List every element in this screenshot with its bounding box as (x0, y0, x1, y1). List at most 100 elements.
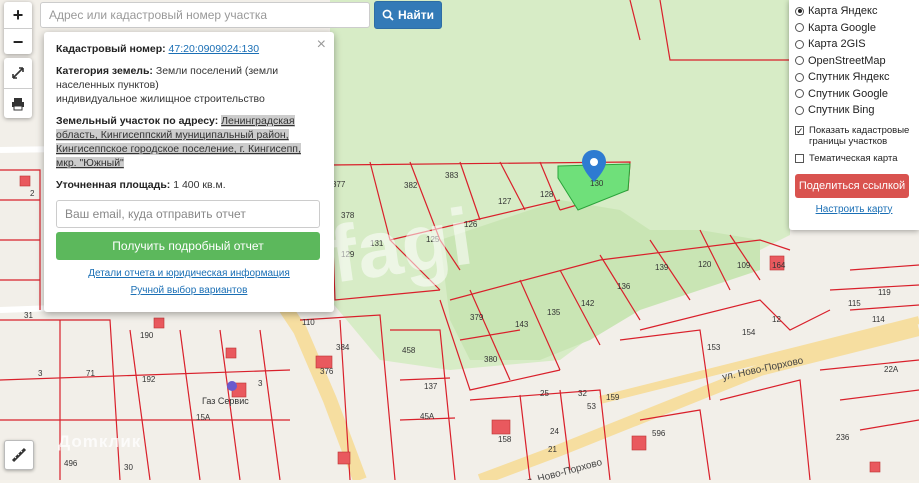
layer-option-google-satellite[interactable]: Спутник Google (795, 86, 913, 103)
close-icon[interactable]: × (317, 36, 326, 54)
plot-label: 139 (655, 263, 669, 272)
poi-label: Газ Сервис (202, 396, 249, 406)
share-link-button[interactable]: Поделиться ссылкой (795, 173, 909, 198)
radio-icon (795, 56, 804, 66)
plot-label: 128 (540, 190, 554, 199)
area-value: 1 400 кв.м. (173, 179, 226, 191)
plot-label: 110 (302, 318, 315, 327)
plot-label: 379 (470, 313, 484, 322)
zoom-out-button[interactable]: − (4, 29, 32, 55)
plot-label: 596 (652, 429, 666, 438)
plot-label: 154 (742, 328, 756, 337)
plot-label: 31 (24, 311, 33, 320)
plot-label: 153 (707, 343, 721, 352)
plot-label: 24 (550, 427, 559, 436)
cadastral-number-link[interactable]: 47:20:0909024:130 (169, 43, 260, 55)
layer-label: Карта Яндекс (808, 5, 878, 18)
layer-label: Спутник Яндекс (808, 71, 890, 84)
cadastral-label: Кадастровый номер: (56, 43, 166, 55)
find-button[interactable]: Найти (374, 1, 442, 29)
plot-label: 236 (836, 433, 850, 442)
radio-icon (795, 105, 804, 115)
configure-map-link[interactable]: Настроить карту (795, 204, 913, 215)
layer-option-google-map[interactable]: Карта Google (795, 20, 913, 37)
layer-label: Карта 2GIS (808, 38, 866, 51)
plot-label: 127 (498, 197, 512, 206)
get-report-button[interactable]: Получить подробный отчет (56, 232, 320, 260)
search-input[interactable] (40, 2, 370, 28)
plot-label: 192 (142, 375, 156, 384)
area-label: Уточненная площадь: (56, 179, 171, 191)
address-row: Земельный участок по адресу: Ленинградск… (56, 114, 322, 170)
plot-label: 496 (64, 459, 78, 468)
plot-label: 71 (86, 369, 95, 378)
plot-label: 3 (38, 369, 43, 378)
plot-label: 137 (424, 382, 438, 391)
plot-label: 45А (420, 412, 435, 421)
radio-icon (795, 23, 804, 33)
tool-controls (4, 58, 32, 118)
plot-label: 15А (196, 413, 211, 422)
plot-label: 458 (402, 346, 416, 355)
search-icon (382, 9, 394, 21)
layer-label: Спутник Google (808, 87, 888, 100)
thematic-map-checkbox[interactable]: Тематическая карта (795, 153, 913, 164)
show-borders-label: Показать кадастровые границы участков (809, 124, 910, 147)
category-row: Категория земель: Земли поселений (земли… (56, 64, 322, 106)
print-icon (12, 98, 24, 111)
plot-label: 136 (617, 282, 631, 291)
cadastral-row: Кадастровый номер: 47:20:0909024:130 (56, 42, 322, 56)
plot-label: 30 (124, 463, 133, 472)
expand-icon (12, 67, 24, 79)
zoom-in-button[interactable]: + (4, 2, 32, 29)
manual-selection-link[interactable]: Ручной выбор вариантов (131, 285, 248, 296)
radio-icon (795, 72, 804, 82)
plot-label: 376 (320, 367, 334, 376)
ruler-icon (11, 447, 27, 463)
center-watermark: fagi (324, 191, 478, 300)
layer-option-yandex-map[interactable]: Карта Яндекс (795, 3, 913, 20)
radio-icon (795, 6, 804, 16)
address-label: Земельный участок по адресу: (56, 115, 219, 127)
layer-option-osm[interactable]: OpenStreetMap (795, 53, 913, 70)
radio-icon (795, 39, 804, 49)
find-button-label: Найти (398, 8, 434, 22)
fullscreen-button[interactable] (4, 58, 32, 89)
plot-label: 383 (445, 171, 459, 180)
ruler-button[interactable] (4, 440, 34, 470)
plot-label: 380 (484, 355, 498, 364)
domclick-watermark: Доmклик (58, 432, 142, 451)
zoom-controls: + − (4, 2, 32, 54)
plot-label: 158 (498, 435, 512, 444)
plot-label: 2 (30, 189, 35, 198)
radio-icon (795, 89, 804, 99)
plot-label: 53 (587, 402, 596, 411)
plot-label: 3 (258, 379, 263, 388)
layer-option-yandex-satellite[interactable]: Спутник Яндекс (795, 69, 913, 86)
layer-label: Спутник Bing (808, 104, 875, 117)
plot-label: 109 (737, 261, 751, 270)
plot-label: 377 (332, 180, 346, 189)
category-label: Категория земель: (56, 65, 153, 77)
checkbox-icon (795, 153, 804, 163)
show-borders-checkbox[interactable]: ✓ Показать кадастровые границы участков (795, 125, 913, 147)
plot-label: 21 (548, 445, 557, 454)
plot-label: 12 (772, 315, 781, 324)
plot-label: 143 (515, 320, 529, 329)
plot-label: 384 (336, 343, 350, 352)
plot-label: 164 (772, 261, 786, 270)
print-button[interactable] (4, 89, 32, 119)
layer-label: OpenStreetMap (808, 54, 886, 67)
plot-label: 120 (698, 260, 712, 269)
email-field[interactable] (56, 200, 320, 228)
plot-info-popup: × Кадастровый номер: 47:20:0909024:130 К… (44, 32, 334, 312)
poi-icon[interactable] (227, 381, 237, 391)
plot-label: 190 (140, 331, 154, 340)
plot-label: 22А (884, 365, 899, 374)
plot-label: 130 (590, 179, 604, 188)
layer-option-bing-satellite[interactable]: Спутник Bing (795, 102, 913, 119)
report-details-link[interactable]: Детали отчета и юридическая информация (88, 268, 290, 279)
thematic-label: Тематическая карта (809, 152, 898, 164)
layer-option-2gis-map[interactable]: Карта 2GIS (795, 36, 913, 53)
plot-label: 114 (872, 315, 885, 324)
